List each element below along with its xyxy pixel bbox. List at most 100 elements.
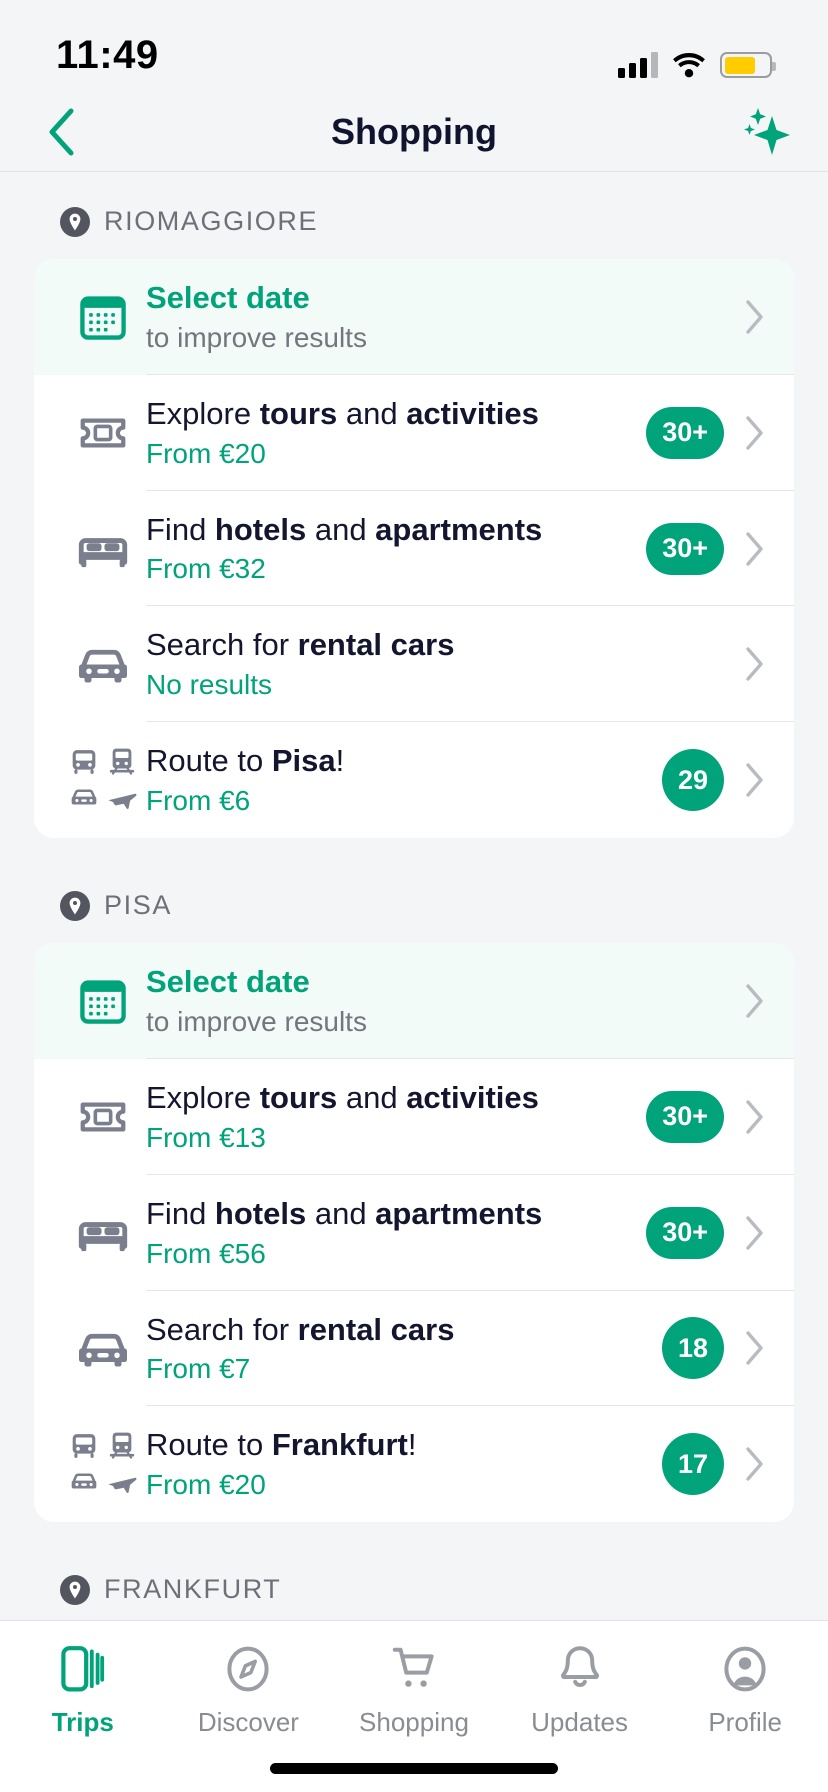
- row-title: Explore tours and activities: [146, 1079, 646, 1117]
- tab-discover[interactable]: Discover: [166, 1643, 332, 1738]
- row-subtitle: From €32: [146, 551, 646, 586]
- bus-icon: [66, 1429, 102, 1463]
- tab-label: Trips: [52, 1707, 114, 1738]
- row-chevron[interactable]: [742, 982, 768, 1020]
- sparkle-icon: [742, 106, 792, 158]
- row-chevron[interactable]: [742, 645, 768, 683]
- tab-shopping[interactable]: Shopping: [331, 1643, 497, 1738]
- bed-icon: [74, 520, 132, 578]
- city-section-header: FRANKFURT: [34, 1540, 794, 1627]
- location-pin-icon: [60, 891, 90, 921]
- wifi-icon: [672, 52, 706, 78]
- row-title-prefix: Route to: [146, 1427, 272, 1462]
- row-title-suffix: !: [408, 1427, 417, 1462]
- city-section-header: RIOMAGGIORE: [34, 172, 794, 259]
- row-chevron[interactable]: [742, 761, 768, 799]
- service-row[interactable]: Explore tours and activitiesFrom €13 30+: [34, 1059, 794, 1175]
- city-section-title: PISA: [104, 890, 172, 921]
- result-count-badge: 18: [662, 1317, 724, 1379]
- tab-updates[interactable]: Updates: [497, 1643, 663, 1738]
- row-icon: [60, 1204, 146, 1262]
- row-icon: [60, 745, 146, 815]
- train-icon: [104, 745, 140, 779]
- row-icon: [60, 1090, 146, 1144]
- city-section-title: RIOMAGGIORE: [104, 206, 318, 237]
- battery-icon: [720, 52, 772, 78]
- row-title-bold-2: apartments: [375, 512, 542, 547]
- row-subtitle: to improve results: [146, 1004, 742, 1039]
- row-chevron[interactable]: [742, 530, 768, 568]
- row-title: Search for rental cars: [146, 1311, 662, 1349]
- row-chevron[interactable]: [742, 1329, 768, 1367]
- row-title-prefix: Route to: [146, 743, 272, 778]
- city-section: PISA Select dateto improve results: [0, 856, 828, 1522]
- train-icon: [104, 1429, 140, 1463]
- service-row[interactable]: Route to Frankfurt!From €20 17: [34, 1406, 794, 1522]
- service-row[interactable]: Search for rental carsNo results: [34, 606, 794, 722]
- result-count-badge: 29: [662, 749, 724, 811]
- service-row[interactable]: Search for rental carsFrom €7 18: [34, 1291, 794, 1407]
- back-button[interactable]: [34, 105, 88, 159]
- row-title-prefix: Search for: [146, 627, 298, 662]
- page-title: Shopping: [0, 111, 828, 153]
- row-title-bold-1: rental cars: [298, 1312, 455, 1347]
- row-icon: [60, 975, 146, 1027]
- row-text-block: Route to Pisa!From €6: [146, 722, 662, 838]
- row-icon: [60, 406, 146, 460]
- row-subtitle: From €20: [146, 436, 646, 471]
- row-chevron[interactable]: [742, 298, 768, 336]
- select-date-row[interactable]: Select dateto improve results: [34, 943, 794, 1059]
- result-count-badge: 30+: [646, 1207, 724, 1259]
- row-title: Select date: [146, 963, 742, 1001]
- city-section-header: PISA: [34, 856, 794, 943]
- select-date-row[interactable]: Select dateto improve results: [34, 259, 794, 375]
- tab-profile[interactable]: Profile: [662, 1643, 828, 1738]
- row-title-prefix: Explore: [146, 1080, 260, 1115]
- row-title-bold-1: Frankfurt: [272, 1427, 408, 1462]
- row-chevron[interactable]: [742, 1214, 768, 1252]
- row-icon: [60, 520, 146, 578]
- city-section-title: FRANKFURT: [104, 1574, 281, 1605]
- row-text-block: Search for rental carsFrom €7: [146, 1291, 662, 1407]
- service-row[interactable]: Find hotels and apartmentsFrom €56 30+: [34, 1175, 794, 1291]
- chevron-right-icon: [744, 761, 766, 799]
- row-subtitle: From €20: [146, 1467, 662, 1502]
- row-chevron[interactable]: [742, 1445, 768, 1483]
- chevron-right-icon: [744, 645, 766, 683]
- chevron-right-icon: [744, 1098, 766, 1136]
- row-title-mid: and: [306, 512, 375, 547]
- ai-assistant-button[interactable]: [740, 105, 794, 159]
- location-pin-icon: [60, 207, 90, 237]
- chevron-right-icon: [744, 1445, 766, 1483]
- row-title-prefix: Search for: [146, 1312, 298, 1347]
- service-row[interactable]: Find hotels and apartmentsFrom €32 30+: [34, 491, 794, 607]
- service-row[interactable]: Route to Pisa!From €6 29: [34, 722, 794, 838]
- row-title-bold-2: activities: [406, 1080, 539, 1115]
- city-section: RIOMAGGIORE Select dateto improve result…: [0, 172, 828, 838]
- plane-icon: [104, 1465, 140, 1499]
- chevron-right-icon: [744, 298, 766, 336]
- calendar-icon: [77, 291, 129, 343]
- ticket-icon: [76, 406, 130, 460]
- city-service-card: Select dateto improve results Explore to…: [34, 943, 794, 1522]
- result-count-badge: 30+: [646, 1091, 724, 1143]
- home-indicator: [270, 1763, 558, 1774]
- shopping-list-scroll[interactable]: RIOMAGGIORE Select dateto improve result…: [0, 172, 828, 1792]
- result-count-badge: 30+: [646, 523, 724, 575]
- row-title: Find hotels and apartments: [146, 511, 646, 549]
- row-text-block: Search for rental carsNo results: [146, 606, 742, 722]
- row-title-mid: and: [306, 1196, 375, 1231]
- row-icon: [60, 1318, 146, 1378]
- row-title-bold-1: Pisa: [272, 743, 336, 778]
- car-icon: [73, 634, 133, 694]
- row-chevron[interactable]: [742, 1098, 768, 1136]
- row-chevron[interactable]: [742, 414, 768, 452]
- row-title: Find hotels and apartments: [146, 1195, 646, 1233]
- row-text-block: Select dateto improve results: [146, 259, 742, 375]
- trips-icon: [59, 1643, 107, 1695]
- status-time: 11:49: [56, 33, 159, 78]
- row-subtitle: From €56: [146, 1236, 646, 1271]
- tab-label: Updates: [531, 1707, 628, 1738]
- service-row[interactable]: Explore tours and activitiesFrom €20 30+: [34, 375, 794, 491]
- tab-trips[interactable]: Trips: [0, 1643, 166, 1738]
